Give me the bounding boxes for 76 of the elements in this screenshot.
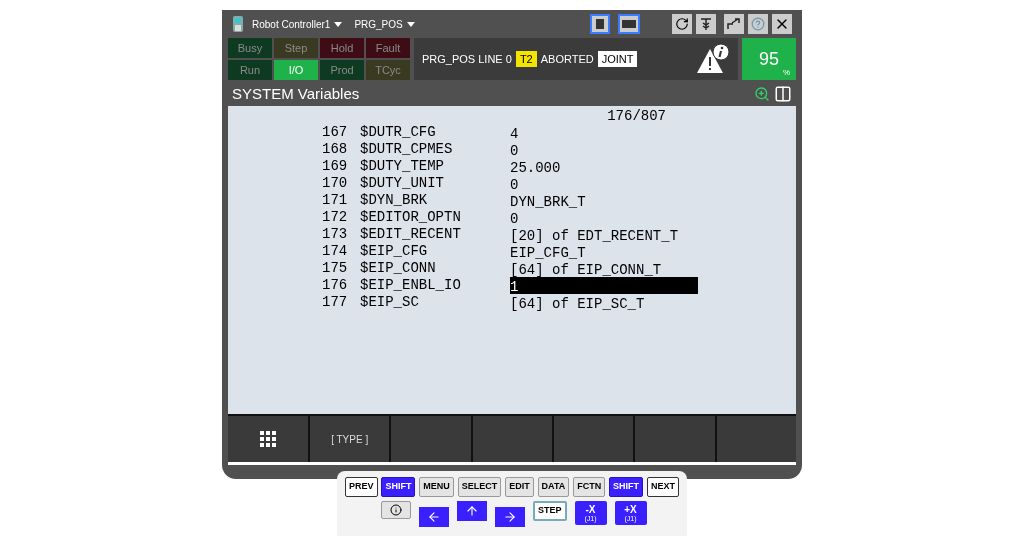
warning-info-icon: [696, 43, 730, 75]
variable-value[interactable]: 0: [510, 141, 698, 158]
position-counter: 176/807: [607, 107, 666, 124]
variable-name: $DUTY_UNIT: [360, 174, 445, 193]
variable-name: $EDITOR_OPTN: [360, 208, 462, 227]
menu-grid-icon[interactable]: [228, 416, 308, 462]
function-key[interactable]: [ TYPE ]: [310, 416, 390, 462]
zoom-in-icon[interactable]: [754, 86, 770, 102]
keyboard-icon[interactable]: [618, 14, 640, 34]
variable-value[interactable]: 4: [510, 124, 698, 141]
keypad-key[interactable]: SELECT: [457, 477, 502, 497]
row-number: 167: [322, 123, 349, 142]
row-number: 175: [322, 259, 349, 278]
antenna-icon[interactable]: [696, 14, 716, 34]
step-key[interactable]: STEP: [533, 501, 567, 521]
variable-name: $EIP_SC: [360, 293, 420, 312]
controller-dropdown[interactable]: Robot Controller1: [252, 16, 343, 32]
variable-value[interactable]: EIP_CFG_T: [510, 243, 698, 260]
keypad-key[interactable]: FCTN: [573, 477, 606, 497]
variable-value[interactable]: 0: [510, 175, 698, 192]
screen-title: SYSTEM Variables: [232, 83, 360, 104]
row-number: 168: [322, 140, 349, 159]
info-key[interactable]: [381, 501, 411, 519]
variable-name: $DYN_BRK: [360, 191, 429, 210]
row-number: 169: [322, 157, 349, 176]
variable-name: $EIP_CONN: [360, 259, 437, 278]
left-arrow-key[interactable]: [419, 507, 449, 527]
variable-name: $DUTR_CFG: [360, 123, 437, 142]
layout-icon[interactable]: [774, 85, 792, 103]
keypad-key[interactable]: NEXT: [646, 477, 679, 497]
status-lamp: Fault: [366, 38, 410, 58]
keypad-key[interactable]: SHIFT: [381, 477, 416, 497]
refresh-icon[interactable]: [672, 14, 692, 34]
row-number: 173: [322, 225, 349, 244]
variable-value[interactable]: DYN_BRK_T: [510, 192, 698, 209]
keypad-key[interactable]: DATA: [537, 477, 570, 497]
keypad-key[interactable]: EDIT: [505, 477, 534, 497]
status-lamp: Hold: [320, 38, 364, 58]
override-display: 95 %: [742, 38, 796, 80]
arrow-up-icon: [465, 504, 479, 518]
row-number: 171: [322, 191, 349, 210]
variable-value[interactable]: [64] of EIP_CONN_T: [510, 260, 698, 277]
row-number: 177: [322, 293, 349, 312]
program-dropdown[interactable]: PRG_POS: [354, 16, 415, 32]
variable-value[interactable]: 0: [510, 209, 698, 226]
mode-label: T2: [515, 50, 537, 68]
status-lamp: Prod: [320, 60, 364, 80]
row-number: 170: [322, 174, 349, 193]
status-lamp: I/O: [274, 60, 318, 80]
status-lamp: TCyc: [366, 60, 410, 80]
up-arrow-key[interactable]: [457, 501, 487, 521]
keypad-key[interactable]: MENU: [419, 477, 454, 497]
variable-name: $DUTR_CPMES: [360, 140, 454, 159]
variable-value[interactable]: 25.000: [510, 158, 698, 175]
status-lamp: Busy: [228, 38, 272, 58]
variable-name: $EDIT_RECENT: [360, 225, 462, 244]
status-lamp: Run: [228, 60, 272, 80]
keypad-key[interactable]: SHIFT: [609, 477, 644, 497]
row-number: 174: [322, 242, 349, 261]
variable-name: $EIP_CFG: [360, 242, 429, 261]
keypad-key[interactable]: PREV: [345, 477, 378, 497]
variable-value[interactable]: 1: [510, 277, 698, 294]
program-line-text: PRG_POS LINE 0: [422, 51, 512, 67]
coord-label: JOINT: [597, 50, 638, 68]
variable-value[interactable]: [20] of EDT_RECENT_T: [510, 226, 698, 243]
pendant-icon: [232, 15, 244, 33]
variable-name: $DUTY_TEMP: [360, 157, 445, 176]
right-arrow-key[interactable]: [495, 507, 525, 527]
state-text: ABORTED: [540, 51, 594, 67]
variable-name: $EIP_ENBL_IO: [360, 276, 462, 295]
close-icon[interactable]: [772, 14, 792, 34]
row-number: 176: [322, 276, 349, 295]
variable-value[interactable]: [64] of EIP_SC_T: [510, 294, 698, 311]
status-lamp: Step: [274, 38, 318, 58]
info-icon: [390, 504, 402, 516]
row-number: 172: [322, 208, 349, 227]
